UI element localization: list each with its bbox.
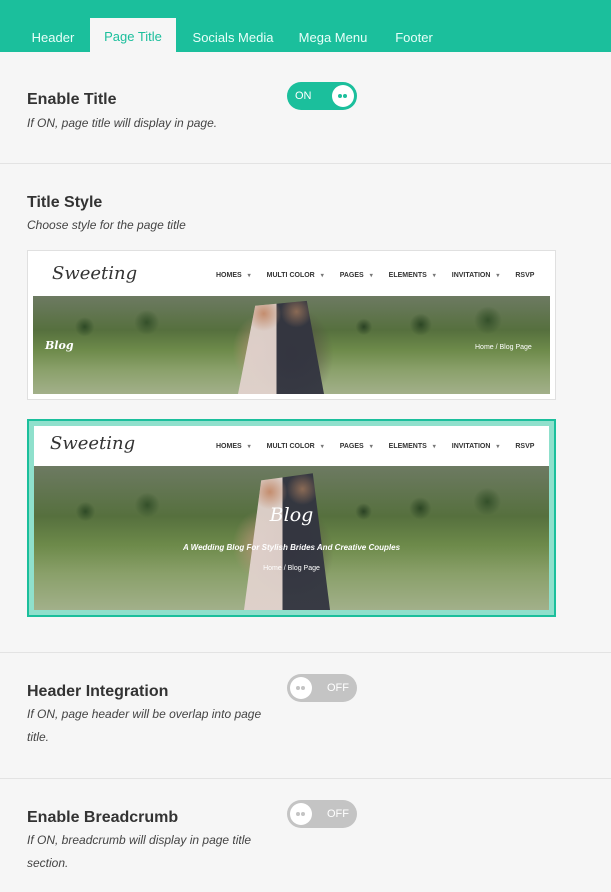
enable-breadcrumb-description: If ON, breadcrumb will display in page t…: [27, 833, 252, 847]
preview-breadcrumb: Home / Blog Page: [263, 565, 320, 572]
tab-mega-menu[interactable]: Mega Menu: [290, 18, 376, 52]
preview-nav: HOMES ▾ MULTI COLOR ▾ PAGES ▾ ELEMENTS ▾ INV…: [216, 272, 535, 279]
preview-logo: Sweeting: [52, 263, 138, 284]
toggle-state-label: ON: [295, 90, 312, 102]
preview-blog-title: Blog: [45, 339, 74, 352]
preview-tagline: A Wedding Blog For Stylish Brides And Cr…: [182, 543, 401, 552]
enable-title-toggle[interactable]: ON: [287, 82, 357, 110]
preview-breadcrumb: Home / Blog Page: [475, 344, 532, 351]
toggle-state-label: OFF: [327, 682, 349, 694]
enable-breadcrumb-description-line2: section.: [27, 856, 69, 870]
toggle-state-label: OFF: [327, 808, 349, 820]
toggle-knob: [332, 85, 354, 107]
preview-blog-title: Blog: [269, 504, 314, 526]
section-divider: [0, 778, 611, 779]
tab-bar: Header Page Title Socials Media Mega Men…: [0, 0, 611, 52]
header-integration-description: If ON, page header will be overlap into …: [27, 707, 262, 721]
toggle-knob: [290, 677, 312, 699]
header-integration-description-line2: title.: [27, 730, 50, 744]
preview-header: Sweeting HOMES ▾ MULTI COLOR ▾ PAGES ▾ ELEM…: [34, 426, 549, 466]
preview-photo: Blog Home / Blog Page: [33, 296, 550, 394]
title-style-heading: Title Style: [27, 194, 103, 211]
tab-header[interactable]: Header: [18, 18, 88, 52]
tab-footer[interactable]: Footer: [384, 18, 444, 52]
header-integration-toggle[interactable]: OFF: [287, 674, 357, 702]
section-divider: [0, 652, 611, 653]
preview-photo: Blog A Wedding Blog For Stylish Brides A…: [34, 466, 549, 610]
toggle-knob: [290, 803, 312, 825]
header-integration-heading: Header Integration: [27, 683, 169, 700]
title-style-option-1[interactable]: Sweeting HOMES ▾ MULTI COLOR ▾ PAGES ▾ ELEM…: [27, 250, 556, 400]
enable-breadcrumb-heading: Enable Breadcrumb: [27, 809, 179, 826]
preview-logo: Sweeting: [50, 433, 136, 454]
tab-socials-media[interactable]: Socials Media: [184, 18, 282, 52]
enable-title-heading: Enable Title: [27, 91, 117, 108]
section-divider: [0, 163, 611, 164]
tab-page-title[interactable]: Page Title: [90, 18, 176, 52]
title-style-description: Choose style for the page title: [27, 218, 186, 232]
preview-nav: HOMES ▾ MULTI COLOR ▾ PAGES ▾ ELEMENTS ▾ INV…: [216, 443, 535, 450]
enable-title-description: If ON, page title will display in page.: [27, 116, 218, 130]
enable-breadcrumb-toggle[interactable]: OFF: [287, 800, 357, 828]
title-style-option-2[interactable]: Sweeting HOMES ▾ MULTI COLOR ▾ PAGES ▾ ELEM…: [27, 419, 556, 617]
